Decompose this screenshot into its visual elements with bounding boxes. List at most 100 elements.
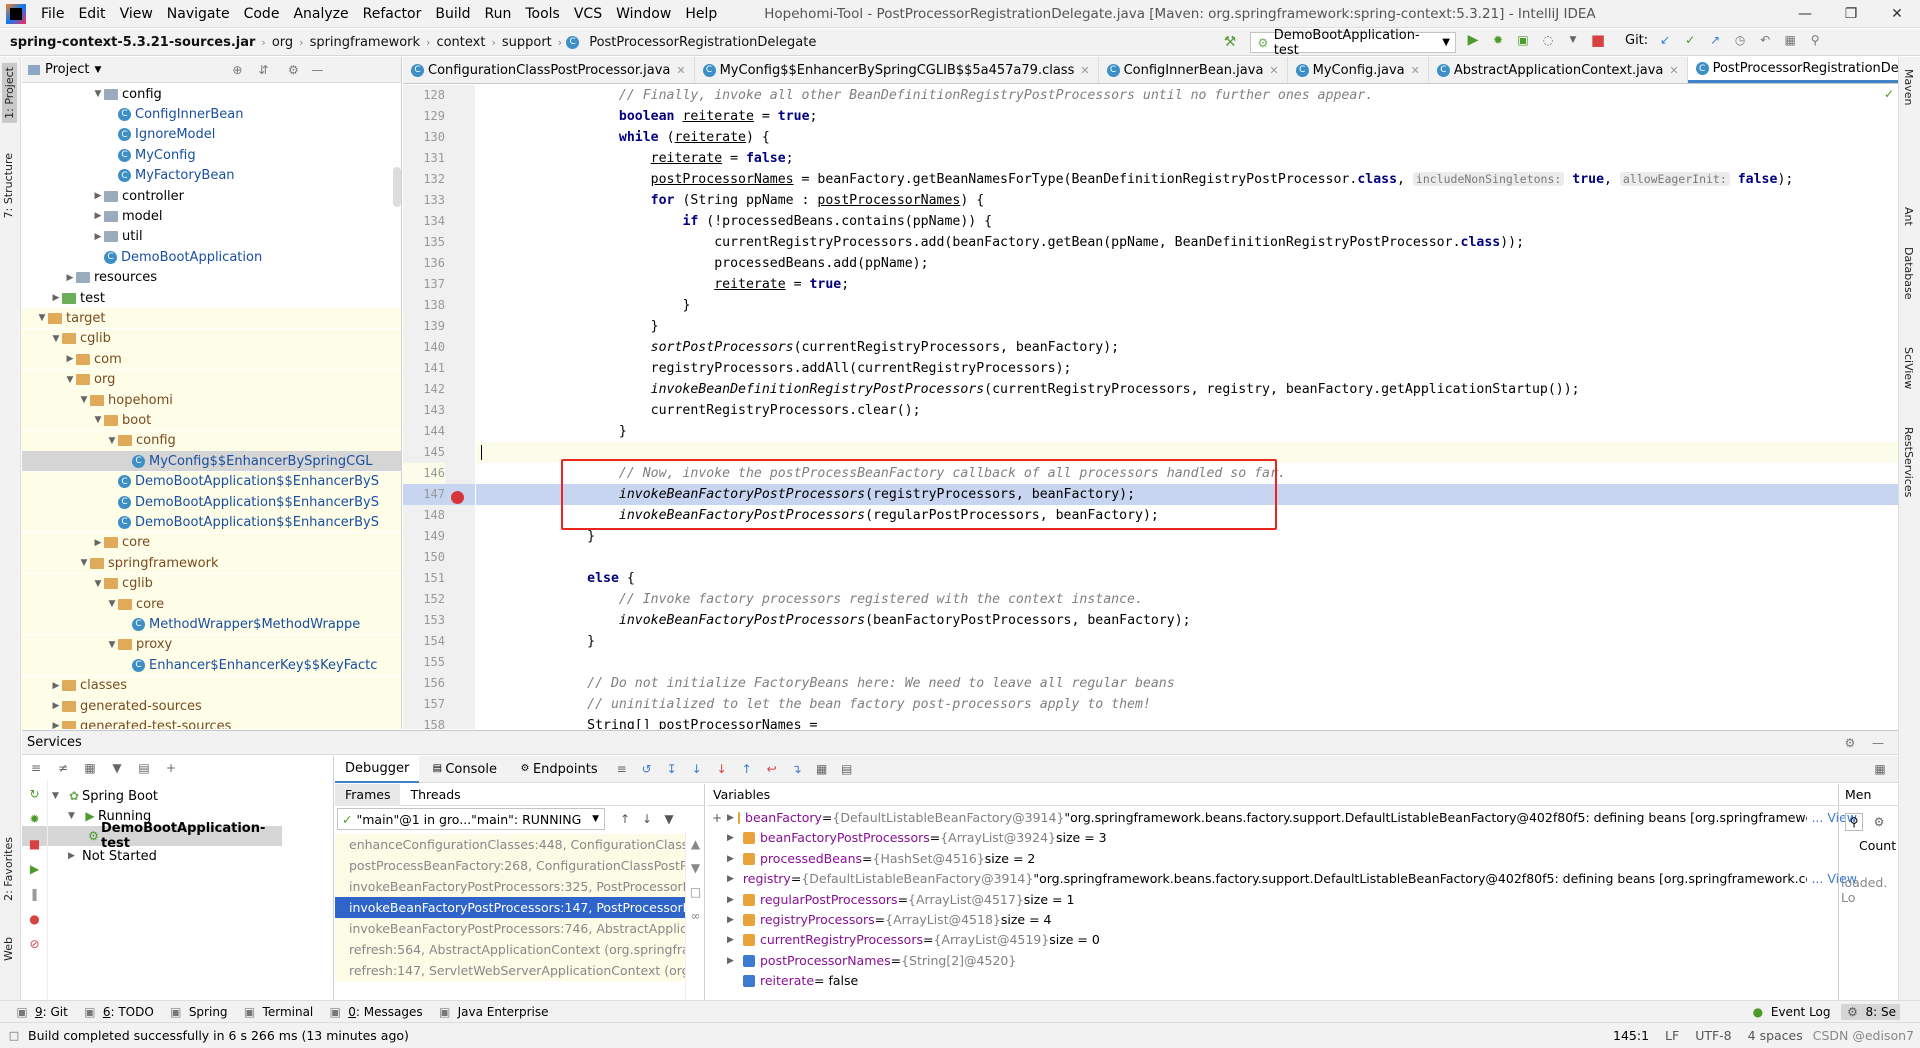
menu-code[interactable]: Code (237, 6, 287, 22)
editor-tab[interactable]: C ConfigurationClassPostProcessor.java ✕ (403, 57, 695, 83)
right-tool-tab-database[interactable]: Database (1902, 247, 1915, 300)
tree-item[interactable]: ▶ generated-sources (22, 696, 401, 716)
tree-item[interactable]: C DemoBootApplication$$EnhancerByS (22, 492, 401, 512)
editor-tab[interactable]: C MyConfig.java ✕ (1288, 57, 1429, 83)
editor-tab[interactable]: CPostProcessorRegistrationDelegate.java✕ (1687, 57, 1898, 83)
chevron-down-icon[interactable]: ▼ (78, 395, 90, 405)
tab-threads[interactable]: Threads (400, 787, 470, 802)
chevron-right-icon[interactable]: ▶ (64, 354, 76, 364)
variable-row[interactable]: ▶ beanFactory = {DefaultListableBeanFacto… (727, 808, 1857, 828)
mute-breakpoints-icon[interactable]: ⊘ (27, 936, 43, 952)
git-history-icon[interactable]: ◷ (1732, 32, 1748, 48)
web-tool-tab[interactable]: Web (2, 937, 15, 961)
editor-tab[interactable]: C MyConfig$$EnhancerBySpringCGLIB$$5a457a… (695, 57, 1099, 83)
drop-frame-icon[interactable]: ↩ (764, 761, 780, 777)
code-editor[interactable]: // Finally, invoke all other BeanDefinit… (476, 85, 1898, 729)
pause-icon[interactable]: ❚ (27, 886, 43, 902)
tool-button-messages[interactable]: ▣ 0: Messages (327, 1004, 423, 1020)
menu-navigate[interactable]: Navigate (160, 6, 237, 22)
tree-item[interactable]: ▶ com (22, 349, 401, 370)
close-icon[interactable]: ✕ (1669, 64, 1678, 77)
next-frame-icon[interactable]: ↓ (639, 811, 655, 827)
menu-view[interactable]: View (113, 6, 160, 22)
tree-item[interactable]: ▼ core (22, 594, 401, 614)
editor-tab[interactable]: C ConfigInnerBean.java ✕ (1099, 57, 1288, 83)
close-icon[interactable]: ✕ (1269, 64, 1278, 77)
tree-item[interactable]: ▶ classes (22, 675, 401, 696)
tree-item[interactable]: ▶ core (22, 532, 401, 553)
tree-item[interactable]: C MyConfig$$EnhancerBySpringCGL (22, 451, 401, 472)
tree-node-spring-boot[interactable]: ▼ ✿ Spring Boot (52, 786, 282, 806)
count-column-header[interactable]: Count (1839, 838, 1898, 853)
tab-memory[interactable]: Men (1839, 784, 1898, 806)
variable-row[interactable]: ▶ beanFactoryPostProcessors = {ArrayList@… (727, 828, 1857, 848)
filter-icon[interactable]: ▼ (661, 811, 677, 827)
breadcrumb-item[interactable]: springframework (304, 35, 426, 50)
glasses-icon[interactable]: ∞ (688, 908, 704, 924)
services-tool-button[interactable]: ⚙ 8: Se (1840, 1003, 1900, 1020)
new-tab-icon[interactable]: ▤ (136, 760, 152, 776)
tool-button-javaenterprise[interactable]: ▣ Java Enterprise (437, 1004, 549, 1020)
stack-frame[interactable]: postProcessBeanFactory:268, Configuratio… (335, 855, 685, 876)
up-arrow-icon[interactable]: ▲ (688, 836, 704, 852)
menu-analyze[interactable]: Analyze (286, 6, 355, 22)
restore-icon[interactable]: ❐ (1828, 0, 1874, 28)
chevron-right-icon[interactable]: ▶ (92, 538, 104, 548)
chevron-right-icon[interactable]: ▶ (727, 930, 739, 950)
right-tool-tab-sciview[interactable]: SciView (1902, 347, 1915, 389)
group-by-icon[interactable]: ▦ (82, 760, 98, 776)
git-commit-icon[interactable]: ✓ (1682, 32, 1698, 48)
tree-item[interactable]: C DemoBootApplication$$EnhancerByS (22, 471, 401, 492)
stack-frame[interactable]: invokeBeanFactoryPostProcessors:325, Pos… (335, 876, 685, 897)
hide-panel-icon[interactable]: — (1870, 735, 1886, 751)
tool-button-todo[interactable]: ▣ 6: TODO (82, 1004, 154, 1020)
git-push-icon[interactable]: ↗ (1707, 32, 1723, 48)
chevron-down-icon[interactable]: ▼ (106, 436, 118, 446)
variable-row[interactable]: ▶ registry = {DefaultListableBeanFactory@… (727, 869, 1857, 890)
minimize-icon[interactable]: — (1782, 0, 1828, 28)
right-tool-tab-ant[interactable]: Ant (1902, 207, 1915, 226)
expand-all-icon[interactable]: ≡ (28, 760, 44, 776)
show-execution-point-icon[interactable]: ↺ (639, 761, 655, 777)
tree-item[interactable]: ▼ cglib (22, 573, 401, 594)
chevron-right-icon[interactable]: ▶ (92, 211, 104, 221)
run-icon[interactable]: ▶ (1465, 32, 1481, 48)
menu-tools[interactable]: Tools (518, 6, 567, 22)
view-breakpoints-icon[interactable]: ● (27, 911, 43, 927)
menu-window[interactable]: Window (609, 6, 678, 22)
filter-icon[interactable]: ▼ (109, 760, 125, 776)
add-watch-icon[interactable]: + (709, 810, 725, 826)
indent-setting[interactable]: 4 spaces (1748, 1028, 1803, 1043)
step-over-icon[interactable]: ↧ (664, 761, 680, 777)
project-view-label[interactable]: Project (45, 62, 89, 77)
profile-icon[interactable]: ◌ (1540, 32, 1556, 48)
breadcrumb-item[interactable]: spring-context-5.3.21-sources.jar (0, 35, 261, 50)
structure-tool-tab[interactable]: 7: Structure (2, 153, 15, 218)
stop-icon[interactable]: ■ (27, 836, 43, 852)
previous-frame-icon[interactable]: ↑ (617, 811, 633, 827)
tab-endpoints[interactable]: ⚙ Endpoints (507, 756, 608, 783)
tree-item[interactable]: C MyConfig (22, 145, 401, 165)
resume-icon[interactable]: ▶ (27, 861, 43, 877)
thread-select[interactable]: ✓ "main"@1 in gro..."main": RUNNING ▼ (337, 808, 605, 830)
breadcrumb-item[interactable]: support (496, 35, 558, 50)
chevron-right-icon[interactable]: ▶ (50, 701, 62, 711)
force-step-into-icon[interactable]: ↓ (714, 761, 730, 777)
collapse-all-icon[interactable]: ⇵ (255, 62, 271, 78)
tab-debugger[interactable]: Debugger (335, 755, 420, 783)
chevron-right-icon[interactable]: ▶ (50, 721, 62, 729)
tree-item[interactable]: ▼ target (22, 308, 401, 329)
breadcrumb-item[interactable]: PostProcessorRegistrationDelegate (583, 35, 822, 50)
tree-item[interactable]: ▶ generated-test-sources (22, 716, 401, 729)
variable-row[interactable]: ▶ processedBeans = {HashSet@4516} size = … (727, 849, 1857, 869)
chevron-right-icon[interactable]: ▶ (64, 273, 76, 283)
menu-refactor[interactable]: Refactor (356, 6, 429, 22)
build-hammer-icon[interactable]: ⚒ (1222, 34, 1238, 50)
tree-item[interactable]: ▼ hopehomi (22, 390, 401, 410)
right-tool-tab-maven[interactable]: Maven (1902, 69, 1915, 105)
tree-item[interactable]: ▼ org (22, 369, 401, 390)
stop-icon[interactable]: ■ (1590, 32, 1606, 48)
project-structure-icon[interactable]: ▦ (1782, 32, 1798, 48)
breadcrumb-item[interactable]: org (266, 35, 299, 50)
chevron-down-icon[interactable]: ▼ (64, 375, 76, 385)
